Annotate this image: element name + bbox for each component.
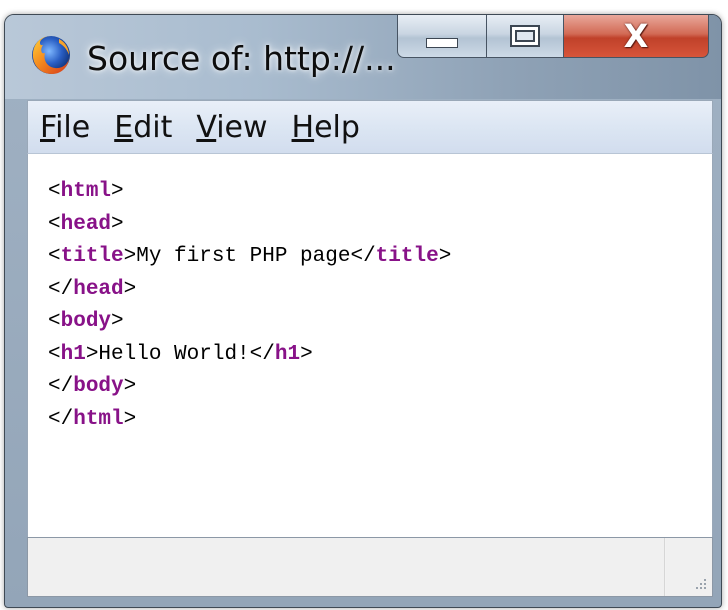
source-text: >Hello World!</ xyxy=(85,342,275,366)
maximize-button[interactable] xyxy=(487,15,564,58)
menu-view[interactable]: View xyxy=(196,110,267,145)
source-line: <body> xyxy=(48,306,712,339)
maximize-icon xyxy=(510,25,540,47)
menu-help-mnemonic: H xyxy=(291,109,315,145)
close-button[interactable]: X xyxy=(564,15,709,58)
menu-file-label: ile xyxy=(55,109,91,145)
menu-file-mnemonic: F xyxy=(40,109,56,145)
source-line: </html> xyxy=(48,404,712,437)
menu-help-label: elp xyxy=(314,109,360,145)
source-text: > xyxy=(123,375,137,398)
status-bar xyxy=(27,537,713,597)
source-text: > xyxy=(111,310,124,333)
source-text: </ xyxy=(48,375,74,398)
status-divider xyxy=(664,538,666,596)
source-code-view[interactable]: <html> <head> <title>My first PHP page</ti… xyxy=(27,154,713,537)
tag-name: body xyxy=(73,375,124,398)
source-line: <title>My first PHP page</title> xyxy=(48,241,712,274)
tag-name: html xyxy=(60,180,112,203)
close-icon: X xyxy=(623,17,649,55)
source-text: < xyxy=(48,245,61,268)
source-text: >My first PHP page</ xyxy=(123,245,376,268)
source-text: < xyxy=(48,310,61,333)
source-text: < xyxy=(48,342,61,366)
menu-edit[interactable]: Edit xyxy=(114,110,172,145)
title-bar[interactable]: Source of: http://... X xyxy=(5,15,721,99)
tag-name: html xyxy=(73,407,124,431)
source-text: > xyxy=(438,245,452,268)
menu-edit-mnemonic: E xyxy=(114,109,134,145)
menu-bar: File Edit View Help xyxy=(27,100,713,154)
source-text: < xyxy=(48,180,61,203)
firefox-icon xyxy=(32,36,70,74)
resize-grip-icon[interactable] xyxy=(692,576,708,592)
source-text: > xyxy=(111,180,124,203)
source-text: > xyxy=(123,277,137,301)
minimize-button[interactable] xyxy=(397,15,487,58)
source-line: <head> xyxy=(48,209,712,242)
source-text: < xyxy=(48,212,61,236)
tag-name: title xyxy=(60,245,124,268)
tag-name: title xyxy=(375,245,439,268)
source-line: <h1>Hello World!</h1> xyxy=(48,339,712,372)
source-line: </head> xyxy=(48,274,712,307)
caption-buttons: X xyxy=(397,15,709,59)
tag-name: head xyxy=(60,212,112,236)
tag-name: h1 xyxy=(60,342,86,366)
source-line: <html> xyxy=(48,176,712,209)
menu-help[interactable]: Help xyxy=(292,110,360,145)
source-text: > xyxy=(300,342,313,366)
tag-name: head xyxy=(73,277,124,301)
source-text: > xyxy=(123,407,137,431)
tag-name: h1 xyxy=(274,342,301,366)
view-source-window: Source of: http://... X File Edit View H… xyxy=(4,14,722,608)
menu-view-label: iew xyxy=(216,109,268,145)
minimize-icon xyxy=(426,38,458,48)
source-text: </ xyxy=(48,407,74,431)
window-title: Source of: http://... xyxy=(87,39,396,78)
tag-name: body xyxy=(60,310,112,333)
source-line: </body> xyxy=(48,371,712,404)
source-text: </ xyxy=(48,277,74,301)
menu-file[interactable]: File xyxy=(40,110,90,145)
menu-view-mnemonic: V xyxy=(196,109,217,145)
source-text: > xyxy=(111,212,124,236)
menu-edit-label: dit xyxy=(133,109,173,145)
